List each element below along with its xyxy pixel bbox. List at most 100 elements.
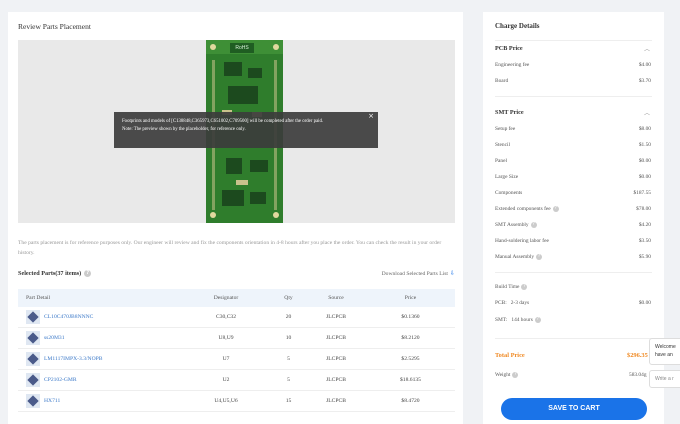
help-icon[interactable]: ? [521, 284, 528, 290]
part-thumbnail [26, 310, 40, 324]
weight-line: Weight? [495, 372, 519, 379]
help-icon[interactable]: ? [84, 270, 92, 278]
designator-cell: U7 [222, 356, 230, 362]
save-to-cart-button[interactable]: SAVE TO CART [501, 398, 647, 420]
charge-line: Extended components fee? $78.00 [495, 206, 651, 212]
weight-value: 583.04g [629, 372, 647, 378]
table-row: CL10C470JB8NNNC C30,C32 20 JLCPCB $0.136… [18, 307, 455, 328]
help-icon[interactable]: ? [536, 254, 543, 260]
table-row: HX711 U4,U5,U6 15 JLCPCB $8.4720 [18, 391, 455, 412]
parts-table: Part Detail Designator Qty Source Price … [18, 289, 455, 412]
smt-price-title: SMT Price [495, 109, 524, 116]
pcb-build-value: $0.00 [638, 300, 651, 306]
selected-parts-title: Selected Parts(37 items)? [18, 270, 92, 278]
charge-label: Panel [495, 158, 507, 164]
charge-line: Engineering fee $4.00 [495, 62, 651, 68]
col-source: Source [328, 295, 344, 301]
help-icon[interactable]: ? [530, 222, 537, 228]
part-thumbnail [26, 352, 40, 366]
charge-line: Panel $0.00 [495, 158, 651, 164]
qty-cell: 15 [285, 398, 292, 404]
chat-popup-line-2: have an [655, 352, 673, 358]
part-link[interactable]: CP2102-GMR [44, 377, 77, 383]
charge-line: SMT Assembly? $4.20 [495, 222, 651, 228]
charge-value: $4.00 [638, 62, 651, 68]
charge-details-title: Charge Details [495, 22, 540, 30]
charge-line: Hand-soldering labor fee $3.50 [495, 238, 651, 244]
build-time-line: Build Time? [495, 284, 651, 290]
price-cell: $8.2120 [401, 335, 420, 341]
col-price: Price [404, 295, 417, 301]
source-cell: JLCPCB [326, 356, 346, 362]
charge-line: Setup fee $8.00 [495, 126, 651, 132]
download-icon: ⇩ [449, 270, 455, 277]
total-price-label: Total Price [495, 352, 525, 359]
part-link[interactable]: ss20M31 [44, 335, 65, 341]
pcb-pad [236, 180, 248, 185]
close-icon[interactable]: × [368, 112, 374, 120]
charge-label: Engineering fee [495, 62, 530, 68]
source-cell: JLCPCB [326, 377, 346, 383]
pcb-chip [250, 192, 266, 204]
charge-label: Setup fee [495, 126, 516, 132]
qty-cell: 10 [285, 335, 292, 341]
charge-label: Board [495, 78, 509, 84]
build-time-smt: SMT: 144 hours? [495, 317, 651, 323]
pcb-hole [210, 44, 216, 50]
table-header: Part Detail Designator Qty Source Price [18, 289, 455, 307]
pcb-label: PCB: [495, 300, 507, 306]
help-icon[interactable]: ? [552, 206, 559, 212]
placement-note: The parts placement is for reference pur… [18, 240, 442, 256]
tooltip-line-2: Note: The preview shown by the placehold… [122, 127, 246, 132]
charge-line: Components $187.55 [495, 190, 651, 196]
review-title: Review Parts Placement [18, 22, 91, 31]
source-cell: JLCPCB [326, 314, 346, 320]
charge-value: $187.55 [633, 190, 651, 196]
charge-label: Large Size [495, 174, 519, 180]
charge-label: Extended components fee [495, 206, 551, 213]
table-row: CP2102-GMR U2 5 JLCPCB $18.6135 [18, 370, 455, 391]
charge-value: $5.90 [638, 254, 651, 260]
build-time-pcb: PCB: 2-3 days $0.00 [495, 300, 651, 306]
pcb-hole [273, 212, 279, 218]
price-cell: $18.6135 [400, 377, 421, 383]
pcb-days: 2-3 days [510, 300, 530, 306]
charge-value: $0.00 [638, 158, 651, 164]
part-link[interactable]: LM1117IMPX-3.3/NOPB [44, 356, 102, 362]
help-icon[interactable]: ? [512, 372, 519, 378]
divider [495, 40, 652, 41]
charge-line: Board $3.70 [495, 78, 651, 84]
placement-preview[interactable]: RoHS Footprints and models of [C138848,C… [18, 40, 455, 223]
col-part-detail: Part Detail [26, 295, 51, 301]
weight-label: Weight [495, 372, 511, 379]
placement-tooltip: Footprints and models of [C138848,C36597… [114, 112, 378, 148]
part-thumbnail [26, 331, 40, 345]
source-cell: JLCPCB [326, 398, 346, 404]
charge-value: $8.00 [638, 126, 651, 132]
download-parts-link[interactable]: Download Selected Parts List ⇩ [382, 270, 455, 277]
pcb-chip [228, 86, 258, 104]
pcb-hole [210, 212, 216, 218]
collapse-smt-icon[interactable]: ︿ [644, 108, 650, 117]
price-cell: $8.4720 [401, 398, 420, 404]
chat-popup[interactable]: Welcome have an [649, 338, 680, 365]
chat-input[interactable]: Write a r [649, 370, 680, 388]
charge-value: $3.70 [638, 78, 651, 84]
total-price-value: $296.35 [627, 352, 648, 359]
charge-value: $3.50 [638, 238, 651, 244]
charge-label: Stencil [495, 142, 510, 148]
pcb-chip [248, 68, 262, 78]
price-cell: $2.5295 [401, 356, 420, 362]
part-link[interactable]: HX711 [44, 398, 60, 404]
smt-hours: 144 hours [511, 317, 533, 324]
collapse-pcb-icon[interactable]: ︿ [644, 44, 650, 53]
table-row: LM1117IMPX-3.3/NOPB U7 5 JLCPCB $2.5295 [18, 349, 455, 370]
charge-label: Hand-soldering labor fee [495, 238, 549, 244]
qty-cell: 5 [287, 377, 290, 383]
part-link[interactable]: CL10C470JB8NNNC [44, 314, 93, 320]
charge-value: $4.20 [638, 222, 651, 228]
qty-cell: 5 [287, 356, 290, 362]
pcb-chip [224, 62, 242, 76]
rohs-badge: RoHS [230, 43, 254, 53]
help-icon[interactable]: ? [534, 317, 541, 323]
